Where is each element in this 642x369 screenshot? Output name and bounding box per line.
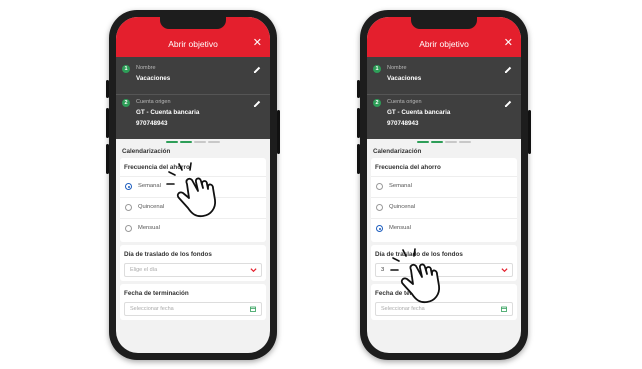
pencil-icon[interactable] xyxy=(503,65,513,75)
summary-row-account: 2 Cuenta origen GT - Cuenta bancaria 970… xyxy=(367,94,521,137)
phone-side-button xyxy=(357,80,360,98)
radio-button[interactable] xyxy=(376,204,383,211)
select-placeholder: Elige el día xyxy=(130,267,158,273)
calendar-icon xyxy=(501,306,507,312)
radio-button[interactable] xyxy=(376,225,383,232)
summary-panel: 1 Nombre Vacaciones 2 Cuenta origen GT -… xyxy=(367,57,521,139)
select-value: 3 xyxy=(381,267,385,273)
calendar-icon xyxy=(250,306,256,312)
field-value: 970748943 xyxy=(136,120,168,127)
pencil-icon[interactable] xyxy=(503,99,513,109)
field-label: Nombre xyxy=(387,65,407,71)
phone-side-button xyxy=(106,144,109,174)
phone-side-button xyxy=(357,108,360,138)
tap-hand-icon xyxy=(166,162,216,218)
radio-option-mensual[interactable]: Mensual xyxy=(120,218,266,239)
step-badge: 2 xyxy=(373,99,381,107)
phone-mockup-right: Abrir objetivo ✕ 1 Nombre Vacaciones 2 C… xyxy=(357,10,531,360)
transfer-day-select[interactable]: Elige el día xyxy=(124,263,262,277)
end-date-label: Fecha de terminación xyxy=(124,290,189,297)
radio-label: Quincenal xyxy=(138,204,165,210)
phone-side-button xyxy=(357,144,360,174)
phone-side-button xyxy=(106,108,109,138)
summary-row-account: 2 Cuenta origen GT - Cuenta bancaria 970… xyxy=(116,94,270,137)
pencil-icon[interactable] xyxy=(252,99,262,109)
progress-step xyxy=(431,141,443,143)
radio-option-quincenal[interactable]: Quincenal xyxy=(371,197,517,218)
field-label: Cuenta origen xyxy=(387,99,422,105)
pencil-icon[interactable] xyxy=(252,65,262,75)
summary-row-name: 1 Nombre Vacaciones xyxy=(367,61,521,91)
progress-step xyxy=(208,141,220,143)
header-title: Abrir objetivo xyxy=(419,39,469,49)
field-value: Vacaciones xyxy=(136,75,171,82)
phone-side-button xyxy=(277,110,280,154)
phone-notch xyxy=(160,17,226,29)
radio-button[interactable] xyxy=(125,225,132,232)
step-badge: 1 xyxy=(122,65,130,73)
radio-label: Mensual xyxy=(138,225,160,231)
step-badge: 2 xyxy=(122,99,130,107)
summary-panel: 1 Nombre Vacaciones 2 Cuenta origen GT -… xyxy=(116,57,270,139)
chevron-down-icon xyxy=(250,268,257,273)
radio-label: Semanal xyxy=(138,183,161,189)
field-value: GT - Cuenta bancaria xyxy=(387,109,451,116)
close-icon[interactable]: ✕ xyxy=(504,36,513,49)
radio-option-semanal[interactable]: Semanal xyxy=(371,176,517,197)
progress-step xyxy=(459,141,471,143)
radio-label: Quincenal xyxy=(389,204,416,210)
close-icon[interactable]: ✕ xyxy=(253,36,262,49)
radio-button[interactable] xyxy=(125,204,132,211)
radio-button[interactable] xyxy=(125,183,132,190)
transfer-day-label: Día de traslado de los fondos xyxy=(124,251,212,258)
field-value: 970748943 xyxy=(387,120,419,127)
phone-side-button xyxy=(528,110,531,154)
progress-step xyxy=(180,141,192,143)
radio-label: Mensual xyxy=(389,225,411,231)
progress-step xyxy=(194,141,206,143)
field-label: Nombre xyxy=(136,65,156,71)
radio-option-mensual[interactable]: Mensual xyxy=(371,218,517,239)
date-placeholder: Seleccionar fecha xyxy=(130,306,174,312)
field-value: GT - Cuenta bancaria xyxy=(136,109,200,116)
progress-step xyxy=(417,141,429,143)
transfer-day-card: Día de traslado de los fondos Elige el d… xyxy=(120,245,266,281)
step-badge: 1 xyxy=(373,65,381,73)
field-value: Vacaciones xyxy=(387,75,422,82)
summary-row-name: 1 Nombre Vacaciones xyxy=(116,61,270,91)
header-title: Abrir objetivo xyxy=(168,39,218,49)
chevron-down-icon xyxy=(501,268,508,273)
radio-label: Semanal xyxy=(389,183,412,189)
step-progress xyxy=(417,141,471,143)
radio-button[interactable] xyxy=(376,183,383,190)
field-label: Cuenta origen xyxy=(136,99,171,105)
progress-step xyxy=(166,141,178,143)
progress-step xyxy=(445,141,457,143)
end-date-card: Fecha de terminación Seleccionar fecha xyxy=(120,284,266,320)
section-title: Calendarización xyxy=(122,148,171,155)
section-title: Calendarización xyxy=(373,148,422,155)
phone-side-button xyxy=(106,80,109,98)
frequency-card: Frecuencia del ahorro Semanal Quincenal … xyxy=(371,158,517,242)
phone-notch xyxy=(411,17,477,29)
step-progress xyxy=(166,141,220,143)
end-date-input[interactable]: Seleccionar fecha xyxy=(124,302,262,316)
date-placeholder: Seleccionar fecha xyxy=(381,306,425,312)
tap-hand-icon xyxy=(390,248,440,304)
frequency-title: Frecuencia del ahorro xyxy=(375,164,441,171)
